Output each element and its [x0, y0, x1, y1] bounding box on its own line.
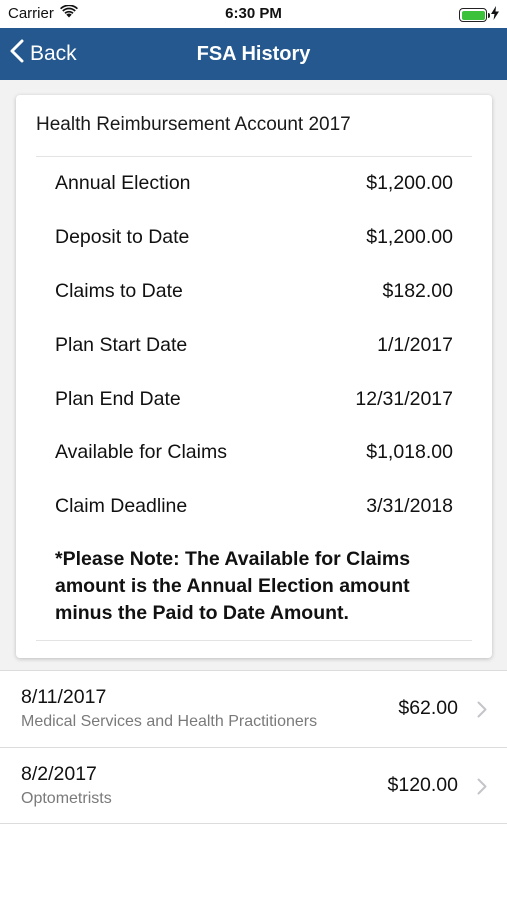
- status-right: [459, 6, 499, 24]
- battery-tip: [487, 13, 490, 18]
- detail-value: $1,200.00: [366, 171, 453, 194]
- detail-row-annual-election: Annual Election $1,200.00: [55, 168, 453, 198]
- detail-label: Deposit to Date: [55, 225, 190, 248]
- detail-label: Available for Claims: [55, 440, 227, 463]
- list-item[interactable]: 8/11/2017 Medical Services and Health Pr…: [0, 671, 507, 747]
- charging-bolt-icon: [491, 6, 499, 24]
- list-divider: [0, 823, 507, 824]
- item-category: Medical Services and Health Practitioner…: [21, 713, 318, 730]
- status-time: 6:30 PM: [225, 5, 282, 22]
- back-label: Back: [30, 42, 77, 65]
- detail-value: $182.00: [382, 279, 454, 302]
- item-category: Optometrists: [21, 790, 112, 807]
- detail-label: Claims to Date: [55, 279, 183, 302]
- detail-label: Claim Deadline: [55, 494, 188, 517]
- back-button[interactable]: Back: [10, 28, 77, 80]
- item-date: 8/11/2017: [21, 686, 107, 708]
- detail-row-claims-to-date: Claims to Date $182.00: [55, 276, 453, 306]
- account-summary-card: Health Reimbursement Account 2017 Annual…: [16, 95, 492, 658]
- chevron-right-icon: [477, 701, 487, 723]
- card-divider-bottom: [36, 640, 472, 641]
- detail-label: Annual Election: [55, 171, 191, 194]
- detail-row-plan-start-date: Plan Start Date 1/1/2017: [55, 330, 453, 360]
- list-item[interactable]: 8/2/2017 Optometrists $120.00: [0, 748, 507, 824]
- chevron-left-icon: [10, 39, 24, 69]
- detail-value: 12/31/2017: [355, 387, 453, 410]
- item-amount: $62.00: [398, 697, 458, 719]
- detail-row-deposit-to-date: Deposit to Date $1,200.00: [55, 222, 453, 252]
- detail-row-plan-end-date: Plan End Date 12/31/2017: [55, 384, 453, 414]
- status-bar: Carrier 6:30 PM: [0, 0, 507, 28]
- detail-value: 1/1/2017: [377, 333, 453, 356]
- item-amount: $120.00: [387, 774, 459, 796]
- battery-icon: [459, 8, 490, 22]
- battery-level-fill: [461, 10, 485, 20]
- detail-value: $1,200.00: [366, 225, 453, 248]
- claims-note: *Please Note: The Available for Claims a…: [55, 548, 411, 624]
- detail-value: 3/31/2018: [366, 494, 453, 517]
- detail-row-claim-deadline: Claim Deadline 3/31/2018: [55, 491, 453, 521]
- account-title: Health Reimbursement Account 2017: [36, 114, 351, 135]
- detail-row-available-for-claims: Available for Claims $1,018.00: [55, 437, 453, 467]
- card-divider-top: [36, 156, 472, 157]
- detail-label: Plan Start Date: [55, 333, 188, 356]
- detail-value: $1,018.00: [366, 440, 453, 463]
- detail-label: Plan End Date: [55, 387, 181, 410]
- chevron-right-icon: [477, 778, 487, 800]
- navigation-bar: Back FSA History: [0, 28, 507, 80]
- item-date: 8/2/2017: [21, 763, 97, 785]
